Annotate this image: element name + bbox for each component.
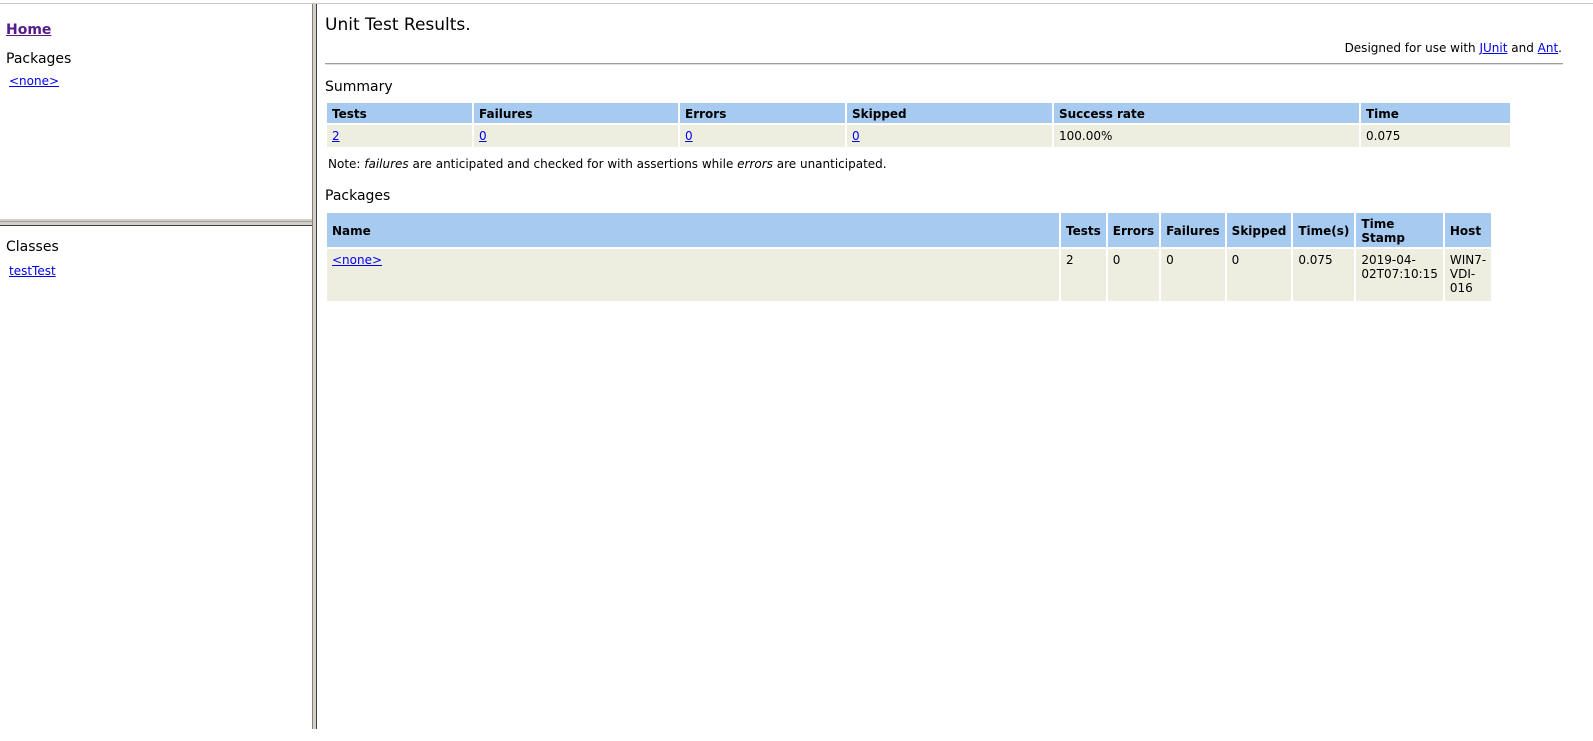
summary-header-tests: Tests (327, 103, 472, 123)
package-cell-tests: 2 (1061, 249, 1106, 301)
summary-cell-success-rate: 100.00% (1054, 125, 1359, 147)
note-suffix: are unanticipated. (772, 157, 887, 171)
summary-errors-link[interactable]: 0 (685, 129, 693, 143)
summary-cell-tests: 2 (327, 125, 472, 147)
horizontal-frame-splitter[interactable] (0, 218, 313, 226)
package-cell-host: WIN7- VDI- 016 (1444, 249, 1492, 301)
timestamp-line-1: 2019-04- (1361, 253, 1416, 267)
note-failures-word: failures (364, 157, 409, 171)
summary-cell-time: 0.075 (1361, 125, 1510, 147)
designed-for-note: Designed for use with JUnit and Ant. (1345, 41, 1562, 55)
packages-header-tests: Tests (1061, 213, 1106, 247)
title-divider (325, 63, 1563, 65)
ant-link[interactable]: Ant (1538, 41, 1559, 55)
summary-failures-link[interactable]: 0 (479, 129, 487, 143)
designed-prefix: Designed for use with (1344, 41, 1480, 55)
packages-heading: Packages (6, 51, 72, 67)
main-frame[interactable]: Unit Test Results. Designed for use with… (317, 4, 1593, 729)
note-prefix: Note: (328, 157, 365, 171)
failures-errors-note: Note: failures are anticipated and check… (328, 157, 887, 171)
timestamp-line-2: 02T07:10:15 (1361, 267, 1438, 281)
summary-header-success-rate: Success rate (1054, 103, 1359, 123)
junit-link[interactable]: JUnit (1479, 41, 1507, 55)
packages-frame[interactable]: Home Packages <none> (0, 4, 312, 218)
package-cell-timestamp: 2019-04- 02T07:10:15 (1356, 249, 1443, 301)
summary-tests-link[interactable]: 2 (332, 129, 340, 143)
package-cell-name: <none> (327, 249, 1059, 301)
summary-heading: Summary (325, 79, 393, 95)
packages-header-row: Name Tests Errors Failures Skipped Time(… (327, 213, 1492, 247)
package-cell-errors: 0 (1107, 249, 1160, 301)
summary-cell-skipped: 0 (847, 125, 1052, 147)
classes-frame[interactable]: Classes testTest (0, 226, 312, 729)
summary-cell-failures: 0 (474, 125, 678, 147)
designed-suffix: . (1558, 41, 1562, 55)
packages-header-host: Host (1444, 213, 1492, 247)
summary-table: Tests Failures Errors Skipped Success ra… (325, 101, 1512, 149)
table-row: <none> 2 0 0 0 0.075 2019-04- 02T07:10:1… (327, 249, 1492, 301)
host-line-3: 016 (1449, 281, 1473, 295)
package-link-none[interactable]: <none> (9, 74, 59, 88)
summary-header-row: Tests Failures Errors Skipped Success ra… (327, 103, 1510, 123)
classes-heading: Classes (6, 239, 59, 255)
packages-header-time: Time(s) (1293, 213, 1355, 247)
package-name-link[interactable]: <none> (332, 253, 382, 267)
summary-header-failures: Failures (474, 103, 678, 123)
designed-and: and (1507, 41, 1538, 55)
packages-header-name: Name (327, 213, 1059, 247)
bottom-margin (0, 729, 1593, 741)
package-cell-failures: 0 (1161, 249, 1225, 301)
packages-section-heading: Packages (325, 188, 391, 204)
summary-row: 2 0 0 0 100.00% 0.075 (327, 125, 1510, 147)
packages-header-errors: Errors (1107, 213, 1160, 247)
summary-cell-errors: 0 (680, 125, 845, 147)
packages-header-failures: Failures (1161, 213, 1225, 247)
home-link[interactable]: Home (6, 22, 51, 38)
class-link-testtest[interactable]: testTest (9, 264, 56, 278)
summary-skipped-link[interactable]: 0 (852, 129, 860, 143)
summary-header-errors: Errors (680, 103, 845, 123)
summary-header-skipped: Skipped (847, 103, 1052, 123)
packages-table: Name Tests Errors Failures Skipped Time(… (325, 211, 1493, 303)
summary-header-time: Time (1361, 103, 1510, 123)
note-errors-word: errors (737, 157, 773, 171)
host-line-1: WIN7- (1449, 253, 1487, 267)
package-cell-skipped: 0 (1226, 249, 1292, 301)
page-title: Unit Test Results. (325, 15, 471, 35)
package-cell-time: 0.075 (1293, 249, 1355, 301)
packages-header-skipped: Skipped (1226, 213, 1292, 247)
packages-header-timestamp: Time Stamp (1356, 213, 1443, 247)
host-line-2: VDI- (1449, 267, 1476, 281)
note-middle: are anticipated and checked for with ass… (408, 157, 738, 171)
